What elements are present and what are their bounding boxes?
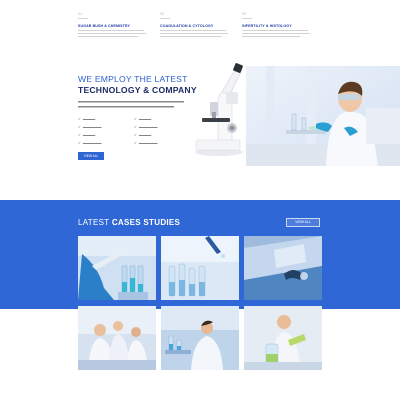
checklist-item: ✓ ▬▬▬▬	[134, 133, 152, 137]
service-title[interactable]: SUGAR BUSH & CHEMISTRY	[78, 24, 150, 28]
cases-title: LATEST CASES STUDIES	[78, 218, 180, 227]
view-all-button[interactable]: VIEW ALL	[78, 152, 104, 160]
case-tile-slides[interactable]	[244, 236, 322, 300]
microscope-image	[195, 63, 243, 156]
check-icon: ✓	[78, 133, 81, 137]
about-heading-bold: TECHNOLOGY & COMPANY	[78, 85, 197, 95]
service-description	[160, 30, 232, 38]
service-description	[78, 30, 150, 38]
researcher-photo	[161, 306, 239, 370]
service-title[interactable]: INFERTILITY & HISTOLOGY	[242, 24, 314, 28]
divider	[160, 18, 170, 19]
case-tile-team[interactable]	[78, 306, 156, 370]
check-icon: ✓	[134, 117, 137, 121]
checklist-item: ✓ ▬▬▬▬	[78, 117, 96, 121]
beaker-photo	[244, 306, 322, 370]
checklist-item: ✓ ▬▬▬▬	[78, 133, 96, 137]
text-lines	[78, 101, 184, 108]
divider	[242, 18, 252, 19]
vials-photo	[161, 236, 239, 300]
slides-photo	[244, 236, 322, 300]
service-number: 01	[78, 12, 83, 16]
service-number: 02	[160, 12, 165, 16]
scientist-photo	[246, 66, 400, 166]
service-title[interactable]: COAGULATION & CYTOLOGY	[160, 24, 232, 28]
about-paragraph	[78, 100, 186, 112]
checklist-item: ✓ ▬▬▬▬▬▬	[78, 125, 102, 129]
check-icon: ✓	[134, 141, 137, 145]
cases-title-bold: CASES STUDIES	[111, 218, 181, 227]
case-tile-researcher[interactable]	[161, 306, 239, 370]
case-tile-pipette[interactable]	[78, 236, 156, 300]
check-icon: ✓	[134, 125, 137, 129]
about-heading-light: WE EMPLOY THE LATEST	[78, 74, 188, 84]
checklist-item: ✓ ▬▬▬▬▬▬	[134, 141, 158, 145]
divider	[78, 18, 88, 19]
case-tile-beaker[interactable]	[244, 306, 322, 370]
service-item: 02 COAGULATION & CYTOLOGY	[160, 12, 232, 38]
service-number: 03	[242, 12, 247, 16]
cases-title-light: LATEST	[78, 218, 110, 227]
checklist-item: ✓ ▬▬▬▬	[134, 117, 152, 121]
case-tile-vials[interactable]	[161, 236, 239, 300]
check-icon: ✓	[78, 125, 81, 129]
checklist-item: ✓ ▬▬▬▬▬▬	[134, 125, 158, 129]
service-description	[242, 30, 314, 38]
cases-view-all-button[interactable]: VIEW ALL	[286, 218, 320, 227]
checklist-item: ✓ ▬▬▬▬▬▬	[78, 141, 102, 145]
check-icon: ✓	[134, 133, 137, 137]
services-row: 01 SUGAR BUSH & CHEMISTRY 02 COAGULATION…	[78, 12, 324, 58]
check-icon: ✓	[78, 117, 81, 121]
service-item: 01 SUGAR BUSH & CHEMISTRY	[78, 12, 150, 38]
pipette-photo	[78, 236, 156, 300]
service-item: 03 INFERTILITY & HISTOLOGY	[242, 12, 314, 38]
team-photo	[78, 306, 156, 370]
check-icon: ✓	[78, 141, 81, 145]
